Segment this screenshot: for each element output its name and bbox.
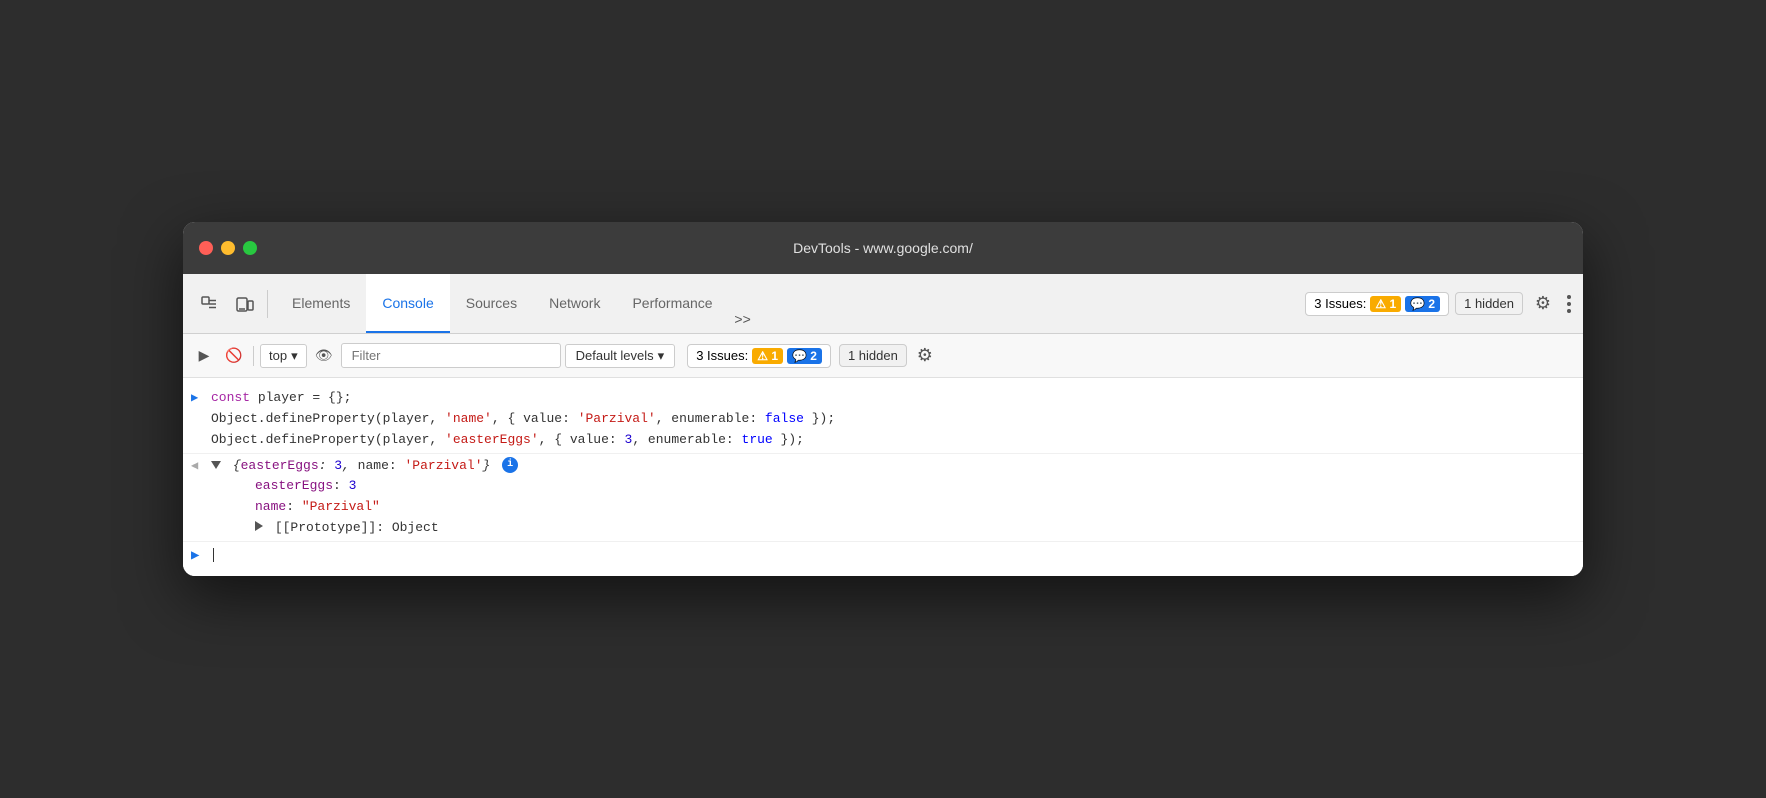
tab-elements[interactable]: Elements [276, 274, 366, 333]
toolbar-info-badge: 💬 2 [787, 348, 822, 364]
minimize-button[interactable] [221, 241, 235, 255]
tabs-bar: Elements Console Sources Network Perform… [183, 274, 1583, 334]
console-output: ▶ const player = {}; Object.defineProper… [183, 378, 1583, 576]
input-prompt: ▶ [191, 545, 199, 567]
window-title: DevTools - www.google.com/ [793, 240, 973, 256]
clear-console-button[interactable]: 🚫 [221, 343, 247, 369]
warning-badge: ⚠ 1 [1370, 296, 1401, 312]
tab-network[interactable]: Network [533, 274, 616, 333]
info-badge: 💬 2 [1405, 296, 1440, 312]
toolbar-hidden-button[interactable]: 1 hidden [839, 344, 907, 367]
console-prop-prototype: [[Prototype]]: Object [211, 518, 1575, 539]
tabs-right: 3 Issues: ⚠ 1 💬 2 1 hidden ⚙ [1305, 290, 1575, 318]
tab-sources[interactable]: Sources [450, 274, 533, 333]
hidden-button[interactable]: 1 hidden [1455, 292, 1523, 315]
tab-console[interactable]: Console [366, 274, 449, 333]
more-tabs-button[interactable]: >> [729, 305, 757, 333]
issues-badge[interactable]: 3 Issues: ⚠ 1 💬 2 [1305, 292, 1449, 316]
filter-input[interactable] [341, 343, 561, 368]
console-line-1: const player = {}; [211, 388, 1575, 409]
object-info-icon[interactable]: i [502, 457, 518, 473]
console-cursor [213, 548, 214, 562]
expand-arrow-object[interactable] [211, 461, 221, 469]
toolbar-issues-badge[interactable]: 3 Issues: ⚠ 1 💬 2 [687, 344, 831, 368]
devtools-panel: Elements Console Sources Network Perform… [183, 274, 1583, 576]
eye-button[interactable]: 👁 [311, 343, 337, 369]
levels-dropdown[interactable]: Default levels ▾ [565, 344, 676, 368]
console-entry-2: ◀ {easterEggs: 3, name: 'Parzival'} i ea… [183, 454, 1583, 542]
tabs-list: Elements Console Sources Network Perform… [276, 274, 757, 333]
console-toolbar: ▶ 🚫 top ▾ 👁 Default levels ▾ 3 Issues: ⚠… [183, 334, 1583, 378]
expand-arrow-prototype[interactable] [255, 521, 263, 531]
console-prop-name: name: "Parzival" [211, 497, 1575, 518]
more-options-button[interactable] [1563, 291, 1575, 317]
devtools-window: DevTools - www.google.com/ [183, 222, 1583, 576]
traffic-lights [199, 241, 257, 255]
console-entry-1: ▶ const player = {}; Object.defineProper… [183, 386, 1583, 453]
tab-divider [267, 290, 268, 318]
maximize-button[interactable] [243, 241, 257, 255]
close-button[interactable] [199, 241, 213, 255]
toolbar-divider [253, 346, 254, 366]
titlebar: DevTools - www.google.com/ [183, 222, 1583, 274]
tab-performance[interactable]: Performance [616, 274, 728, 333]
toolbar-warning-badge: ⚠ 1 [752, 348, 783, 364]
inspect-element-button[interactable] [193, 288, 225, 320]
entry-arrow-1[interactable]: ▶ [191, 389, 198, 408]
console-line-3: Object.defineProperty(player, 'easterEgg… [211, 430, 1575, 451]
console-settings-button[interactable]: ⚙ [911, 342, 939, 370]
console-line-4: {easterEggs: 3, name: 'Parzival'} i [211, 456, 1575, 477]
console-line-2: Object.defineProperty(player, 'name', { … [211, 409, 1575, 430]
device-toggle-button[interactable] [229, 288, 261, 320]
context-dropdown[interactable]: top ▾ [260, 344, 307, 368]
settings-button[interactable]: ⚙ [1529, 290, 1557, 318]
console-prop-easterEggs: easterEggs: 3 [211, 476, 1575, 497]
run-script-button[interactable]: ▶ [191, 343, 217, 369]
entry-arrow-2[interactable]: ◀ [191, 457, 198, 476]
console-input-line[interactable]: ▶ [183, 542, 1583, 568]
